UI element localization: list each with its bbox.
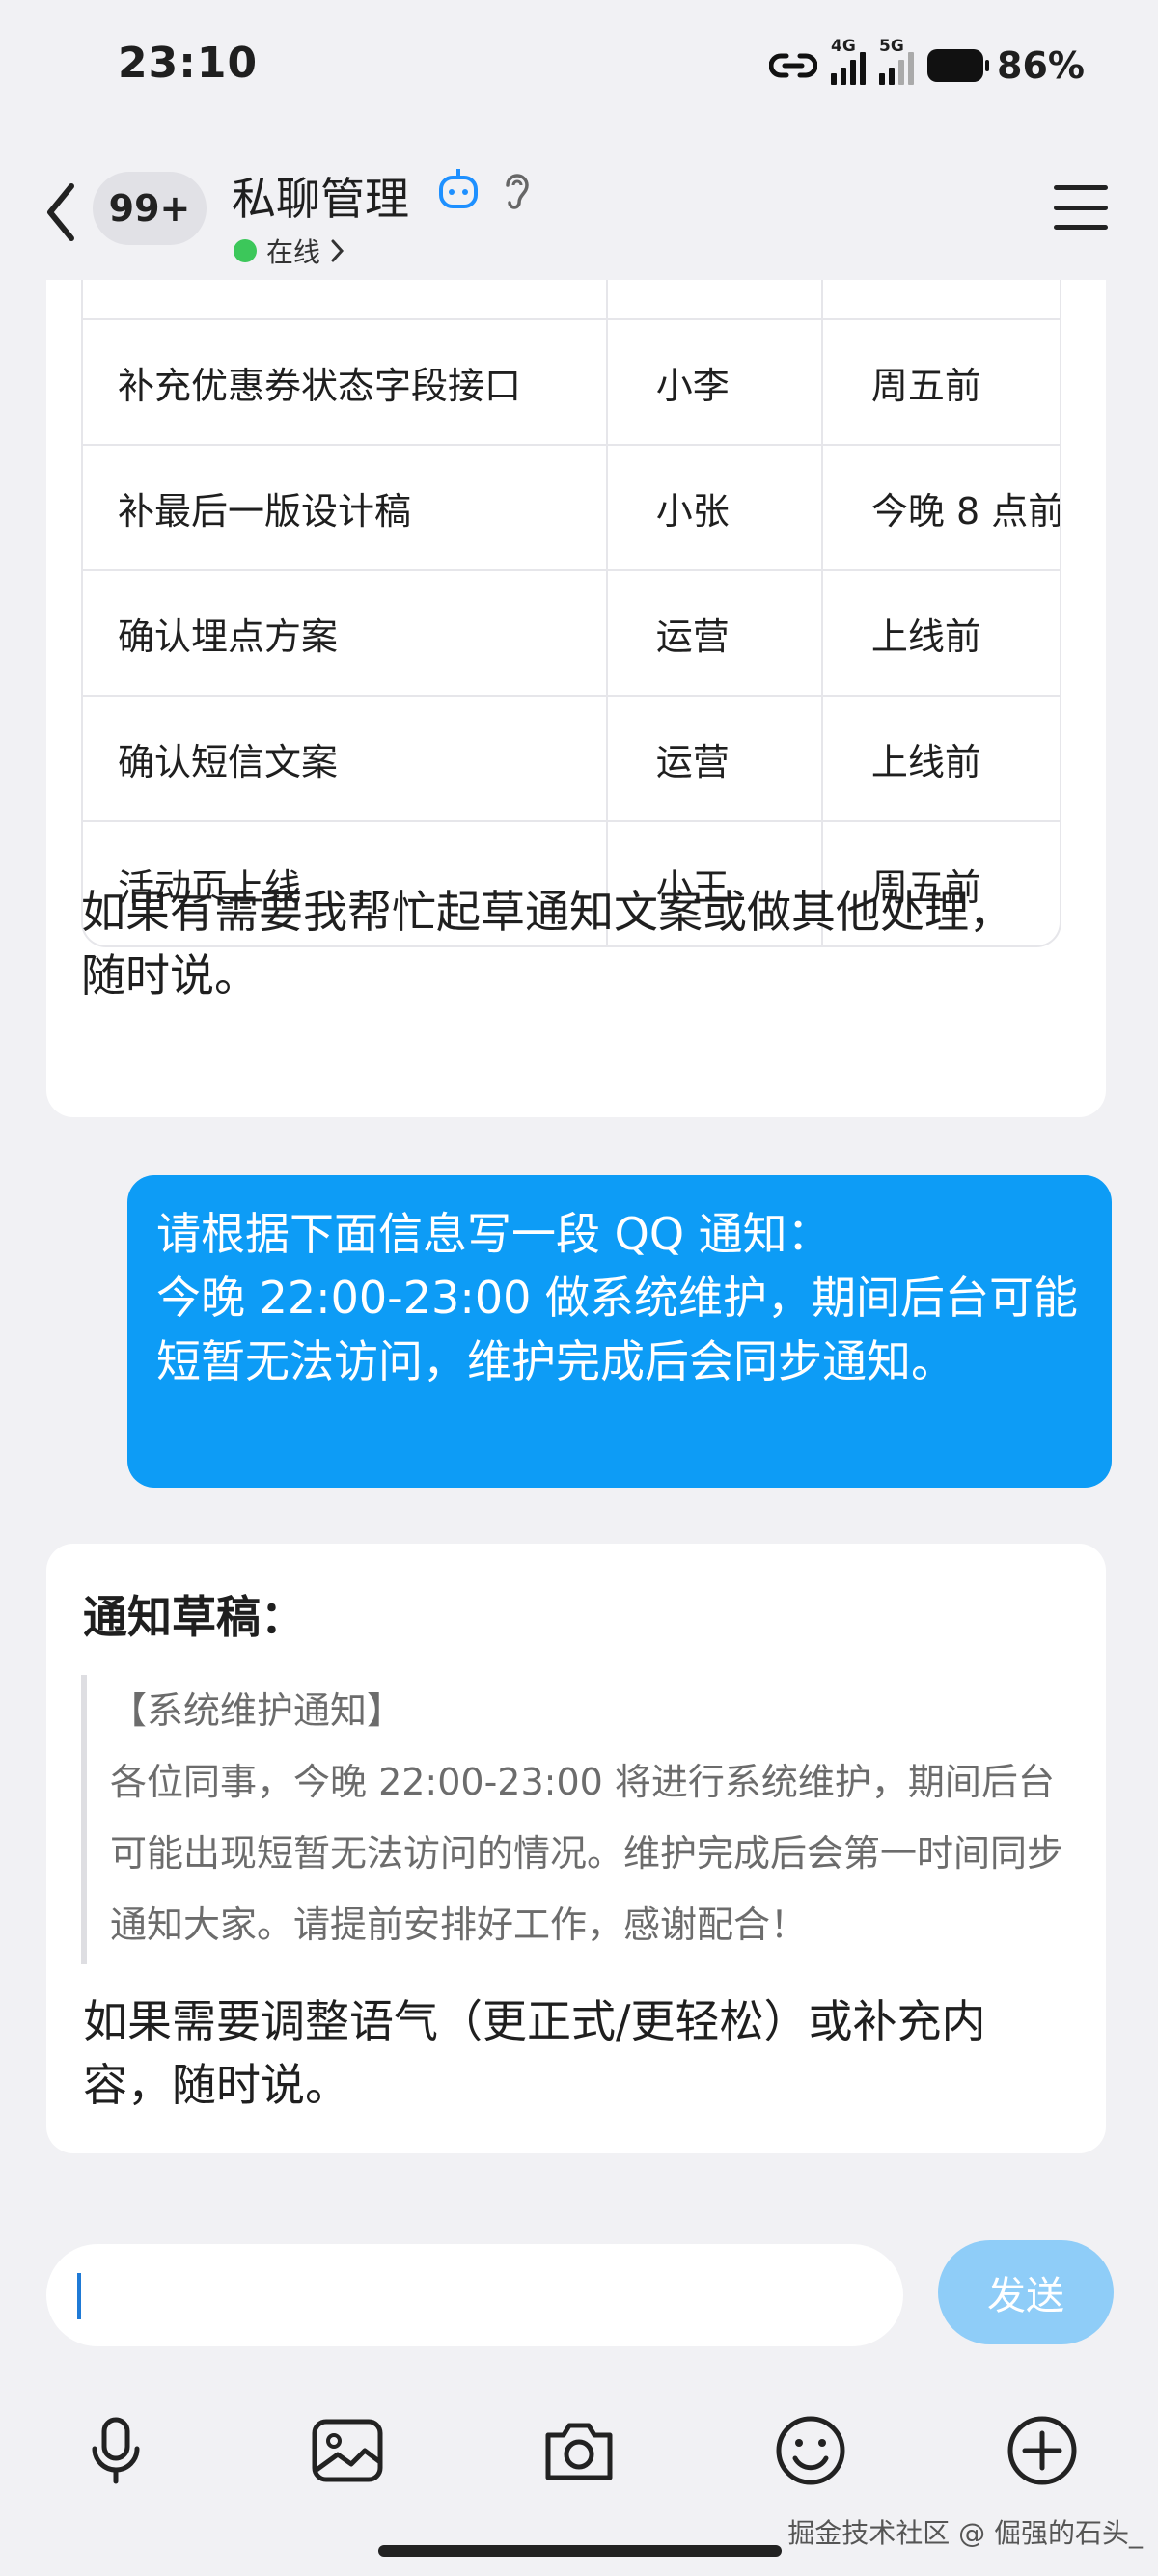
draft-quote: 【系统维护通知】 各位同事，今晚 22:00-23:00 将进行系统维护，期间后… [81,1675,1065,1964]
user-message-bubble[interactable]: 请根据下面信息写一段 QQ 通知： 今晚 22:00-23:00 做系统维护，期… [127,1175,1112,1488]
table-cell-deadline: 今晚 8 点前 [870,489,1061,533]
watermark-text: 掘金技术社区 @ 倔强的石头_ [787,2517,1143,2549]
table-cell-deadline: 上线前 [870,740,981,783]
table-cell-task: 补充优惠券状态字段接口 [83,320,608,444]
status-icons: 4G 5G 86% [769,37,1085,95]
draft-heading: 通知草稿： [83,1591,305,1643]
input-toolbar [0,2412,1158,2499]
back-arrow-icon[interactable] [39,178,87,246]
menu-icon[interactable] [1054,185,1108,230]
bot-message-bubble[interactable]: 补充优惠券状态字段接口 小李 周五前 补最后一版设计稿 小张 今晚 8 点前 确… [46,280,1106,1117]
battery-percent: 86% [997,44,1085,87]
link-icon [769,53,818,78]
draft-title: 【系统维护通知】 [110,1689,404,1732]
network-label-5g: 5G [879,37,904,56]
send-button[interactable]: 发送 [938,2240,1114,2344]
chevron-right-icon [331,239,345,262]
unread-badge[interactable]: 99+ [93,172,207,245]
online-dot [234,239,257,262]
table-cell-owner: 运营 [608,571,823,695]
camera-icon[interactable] [540,2412,618,2489]
table-row: 补充优惠券状态字段接口 小李 周五前 [83,318,1060,444]
online-label: 在线 [266,236,321,268]
table-cell-owner: 小李 [608,320,823,444]
image-icon[interactable] [309,2412,386,2489]
online-status[interactable]: 在线 [234,232,345,270]
plus-icon[interactable] [1004,2412,1081,2489]
clock: 23:10 [118,39,259,88]
chat-header: 99+ 私聊管理 在线 [0,135,1158,280]
table-cell-owner: 运营 [608,697,823,820]
table-cell-task: 确认短信文案 [83,697,608,820]
table-cell-owner: 小张 [608,446,823,569]
status-bar: 23:10 4G 5G 86% [0,0,1158,135]
hearing-icon[interactable] [500,170,535,212]
draft-followup-text: 如果需要调整语气（更正式/更轻松）或补充内容，随时说。 [83,1995,986,2111]
emoji-icon[interactable] [772,2412,849,2489]
message-list[interactable]: 补充优惠券状态字段接口 小李 周五前 补最后一版设计稿 小张 今晚 8 点前 确… [0,280,1158,2209]
robot-icon [439,169,478,208]
signal-4g-icon: 4G [831,37,867,85]
signal-5g-icon: 5G [879,37,915,85]
network-label-4g: 4G [831,37,856,56]
message-input[interactable] [46,2244,903,2346]
table-row: 确认埋点方案 运营 上线前 [83,569,1060,695]
draft-body: 各位同事，今晚 22:00-23:00 将进行系统维护，期间后台可能出现短暂无法… [110,1761,1064,1946]
user-message-text: 请根据下面信息写一段 QQ 通知： 今晚 22:00-23:00 做系统维护，期… [156,1208,1078,1387]
table-cell-deadline: 周五前 [870,364,981,407]
table-row: 补最后一版设计稿 小张 今晚 8 点前 [83,444,1060,569]
chat-title[interactable]: 私聊管理 [232,164,409,228]
home-indicator[interactable] [378,2545,782,2557]
microphone-icon[interactable] [77,2412,154,2489]
text-caret [77,2273,81,2319]
table-cell-task: 补最后一版设计稿 [83,446,608,569]
task-table: 补充优惠券状态字段接口 小李 周五前 补最后一版设计稿 小张 今晚 8 点前 确… [81,280,1062,947]
bot-followup-text: 如果有需要我帮忙起草通知文案或做其他处理，随时说。 [81,886,1013,1001]
bot-message-bubble[interactable]: 通知草稿： 【系统维护通知】 各位同事，今晚 22:00-23:00 将进行系统… [46,1544,1106,2153]
table-cell-task: 确认埋点方案 [83,571,608,695]
table-row [83,280,1060,318]
battery-icon [927,49,990,82]
table-row: 确认短信文案 运营 上线前 [83,695,1060,820]
table-cell-deadline: 上线前 [870,615,981,658]
